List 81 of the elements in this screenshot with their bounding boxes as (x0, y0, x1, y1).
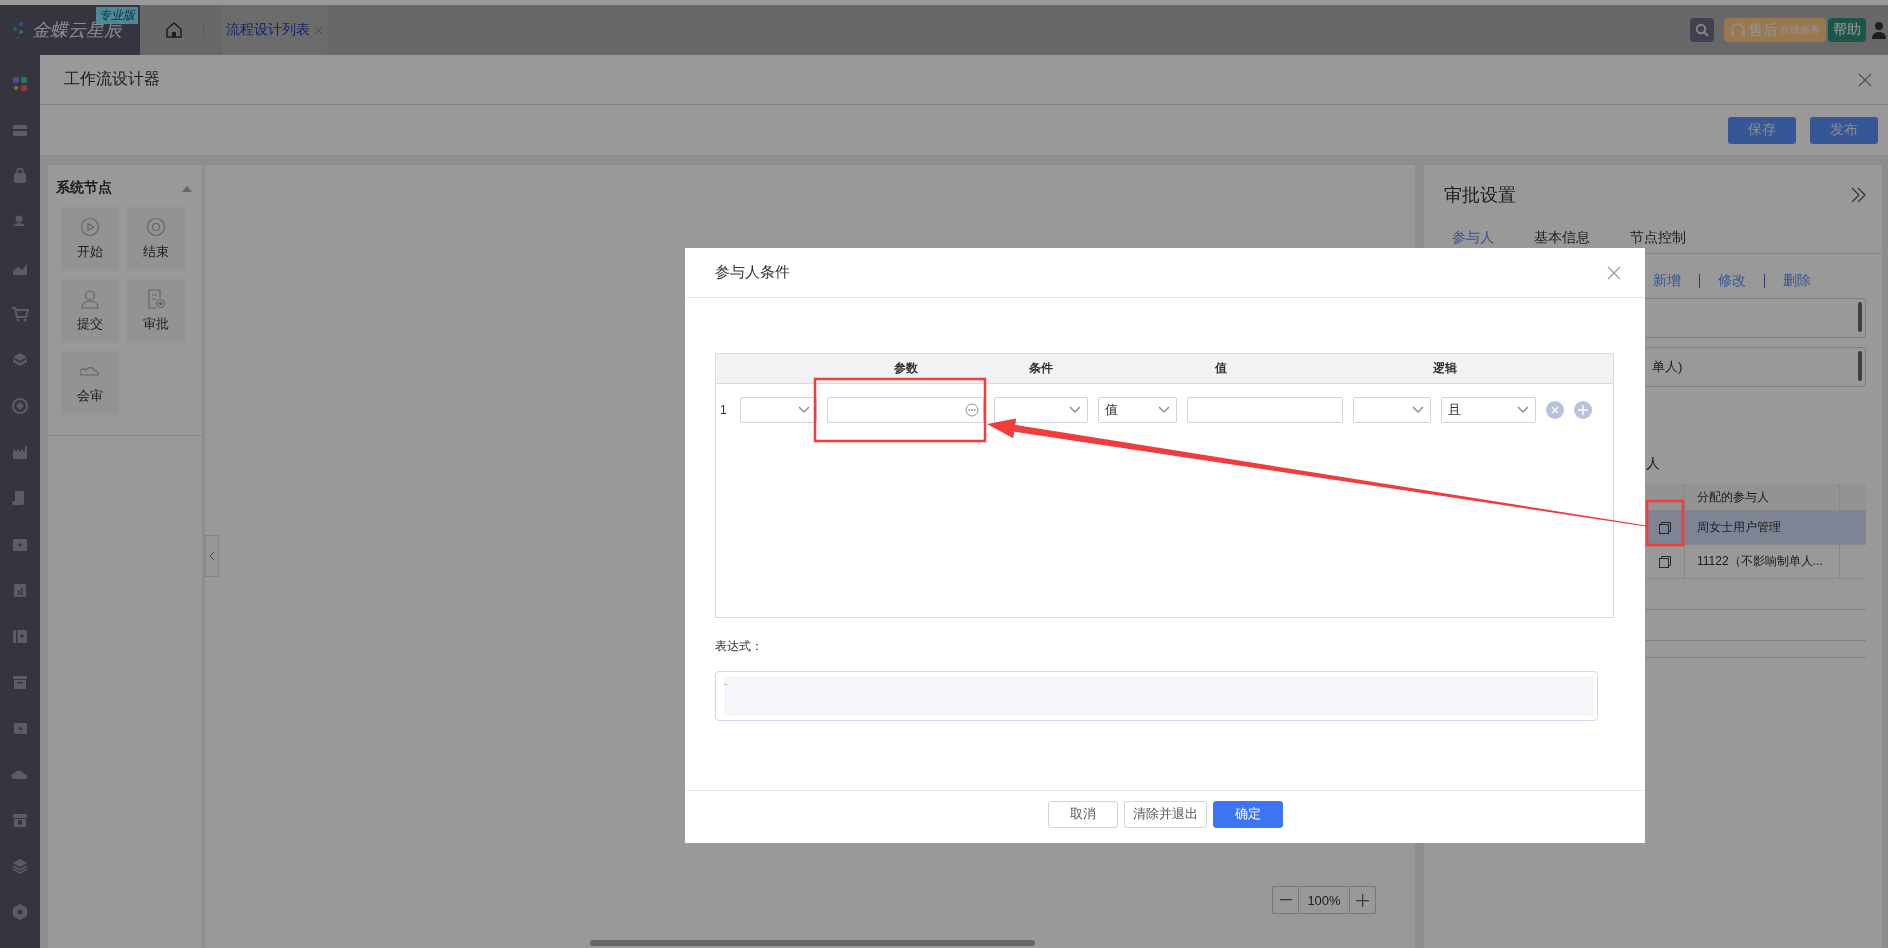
panel-tab[interactable]: 基本信息 (1534, 229, 1590, 247)
table-row[interactable]: 周女士用户管理 (1646, 511, 1866, 545)
archive-icon[interactable] (11, 673, 29, 691)
caret-icon (798, 406, 810, 414)
dialog-button[interactable]: 取消 (1047, 800, 1118, 828)
table-cell: 周女士用户管理 (1684, 511, 1840, 544)
designer-title: 工作流设计器 (64, 69, 161, 89)
participant-field[interactable]: 单人) (1646, 347, 1866, 387)
cart-icon[interactable] (11, 305, 29, 323)
dialog-title: 参与人条件 (715, 263, 791, 282)
node-label: 开始 (77, 243, 103, 261)
home-icon[interactable] (165, 21, 183, 39)
more-icon[interactable] (965, 403, 979, 417)
person-icon (80, 289, 100, 309)
hexagon-icon[interactable] (11, 903, 29, 921)
node-label: 提交 (77, 315, 103, 333)
column-header: 逻辑 (1431, 360, 1458, 377)
caret-icon (1158, 406, 1170, 414)
close-icon[interactable] (314, 25, 323, 35)
column-header: 值 (1213, 360, 1228, 377)
value-field[interactable] (1187, 397, 1343, 423)
scrollbar[interactable] (590, 940, 1035, 946)
logic-select[interactable]: 且 (1441, 397, 1536, 423)
node-tile[interactable]: 提交 (61, 279, 119, 343)
node-label: 会审 (77, 387, 103, 405)
value-type-select[interactable]: 值 (1098, 397, 1177, 423)
collapse-icon[interactable] (182, 184, 192, 192)
wallet-icon[interactable] (11, 627, 29, 645)
play-icon (80, 217, 100, 237)
node-tile[interactable]: 审批 (127, 279, 185, 343)
edition-badge: 专业版 (96, 7, 138, 24)
parameter-field[interactable] (827, 397, 984, 423)
node-label: 结束 (143, 243, 169, 261)
table-cell: 11122（不影响制单人... (1684, 545, 1840, 578)
minus-icon[interactable] (1279, 899, 1292, 901)
circle-dot-icon (146, 217, 166, 237)
avatar-icon[interactable] (1872, 21, 1886, 39)
panel-tab[interactable]: 节点控制 (1630, 229, 1686, 247)
dots-icon (12, 20, 26, 40)
panel-title: 审批设置 (1444, 184, 1517, 207)
node-tile[interactable]: 会审 (61, 351, 119, 415)
search-icon[interactable] (1695, 23, 1709, 37)
node-tile[interactable]: 开始 (61, 207, 119, 271)
annotation-box (1645, 499, 1685, 547)
table-row[interactable]: 11122（不影响制单人... (1646, 545, 1866, 579)
caret-icon (1069, 406, 1081, 414)
panel-title: 系统节点 (56, 179, 113, 197)
bag-icon[interactable] (11, 167, 29, 185)
column-header: 参数 (892, 360, 919, 377)
remove-icon[interactable] (1546, 401, 1564, 419)
dialog-button[interactable]: 清除并退出 (1123, 800, 1207, 828)
close-icon[interactable] (1858, 72, 1872, 87)
node-tile[interactable]: 结束 (127, 207, 185, 271)
square-icon[interactable] (1659, 521, 1671, 534)
dialog-button[interactable]: 确定 (1212, 800, 1283, 828)
column-header: 条件 (1028, 360, 1054, 377)
caret-icon (1517, 406, 1529, 414)
add-icon[interactable] (1574, 401, 1592, 419)
column-header: 分配的参与人 (1684, 484, 1840, 510)
condition-select[interactable] (994, 397, 1088, 423)
double-chevron-icon[interactable] (1850, 187, 1866, 203)
layers-icon[interactable] (11, 857, 29, 875)
collapse-handle[interactable] (205, 535, 219, 577)
bracket-select[interactable] (740, 397, 817, 423)
headset-icon[interactable] (1730, 22, 1746, 38)
participant-field[interactable] (1646, 298, 1866, 338)
cube-icon[interactable] (11, 351, 29, 369)
factory-icon[interactable] (11, 443, 29, 461)
help-button[interactable]: 帮助 (1828, 18, 1866, 42)
plus-icon[interactable] (1356, 893, 1369, 907)
node-label: 审批 (143, 315, 169, 333)
apps-icon[interactable] (11, 75, 29, 93)
caret-icon (1412, 406, 1424, 414)
search-button[interactable] (1690, 18, 1714, 42)
close-icon[interactable] (1607, 265, 1621, 280)
expression-label: 表达式： (715, 638, 764, 655)
row-number: 1 (720, 403, 728, 417)
section-label: 人 (1646, 455, 1661, 473)
square-icon[interactable] (1659, 555, 1671, 568)
calendar-icon[interactable] (11, 581, 29, 599)
shop-icon[interactable] (11, 811, 29, 829)
